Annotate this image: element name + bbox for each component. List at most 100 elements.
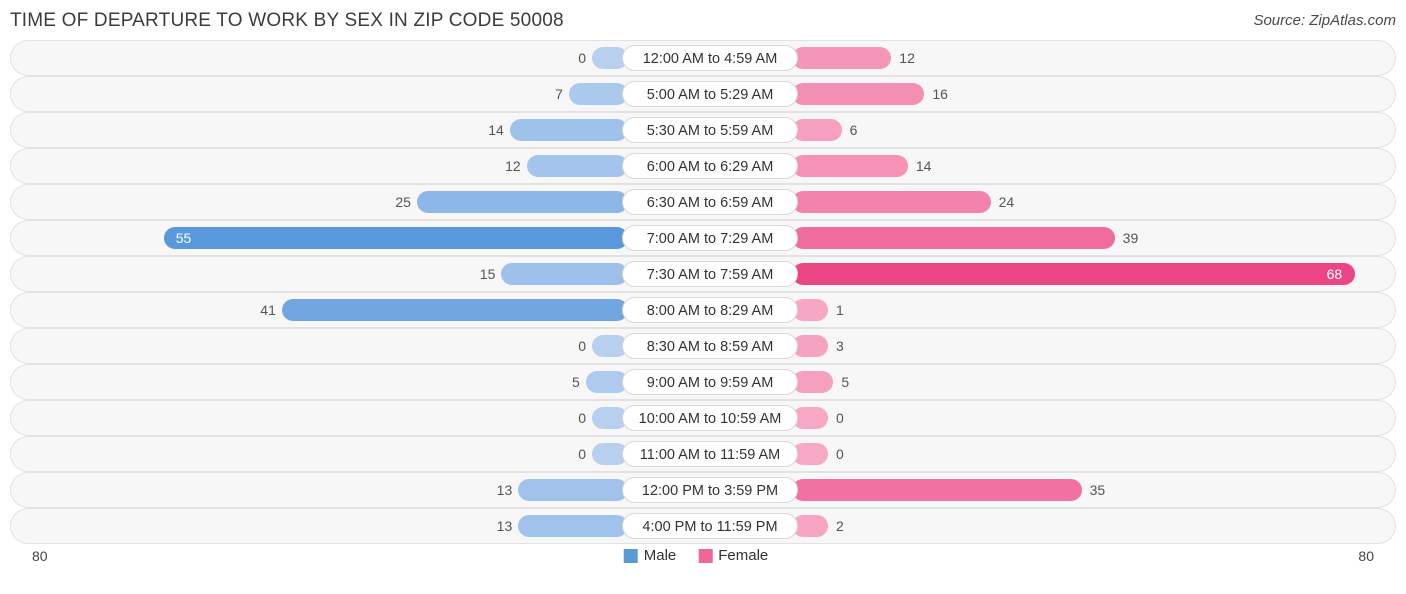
chart-row: 7 16 5:00 AM to 5:29 AM: [10, 76, 1396, 112]
bar-female: [792, 191, 991, 213]
row-inner: 12 14 6:00 AM to 6:29 AM: [11, 149, 1395, 183]
axis-right-label: 80: [1358, 548, 1374, 564]
value-male: 0: [578, 338, 586, 354]
value-female: 3: [836, 338, 844, 354]
value-male: 15: [479, 266, 496, 282]
legend-swatch-male: [623, 548, 638, 563]
bar-female: [792, 155, 908, 177]
value-male: 25: [395, 194, 411, 210]
category-label: 8:30 AM to 8:59 AM: [622, 333, 798, 359]
bar-female: [792, 83, 925, 105]
chart-header: TIME OF DEPARTURE TO WORK BY SEX IN ZIP …: [0, 0, 1406, 40]
value-female: 6: [849, 122, 858, 138]
category-label: 12:00 AM to 4:59 AM: [622, 45, 798, 71]
chart-row: 55 39 7:00 AM to 7:29 AM: [10, 220, 1396, 256]
row-inner: 0 12 12:00 AM to 4:59 AM: [11, 41, 1395, 75]
chart-row: 5 5 9:00 AM to 9:59 AM: [10, 364, 1396, 400]
category-label: 5:00 AM to 5:29 AM: [622, 81, 798, 107]
value-female: 16: [932, 86, 948, 102]
bar-female: [792, 371, 834, 393]
bar-female: [792, 47, 892, 69]
category-label: 8:00 AM to 8:29 AM: [622, 297, 798, 323]
value-female: 0: [836, 446, 844, 462]
value-female: 14: [915, 158, 932, 174]
category-label: 4:00 PM to 11:59 PM: [622, 513, 798, 539]
legend-label-male: Male: [643, 547, 677, 564]
chart-row: 0 0 11:00 AM to 11:59 AM: [10, 436, 1396, 472]
legend-item-female[interactable]: Female: [698, 547, 768, 564]
value-male: 14: [488, 122, 504, 138]
bar-male: [163, 227, 628, 249]
page-title: TIME OF DEPARTURE TO WORK BY SEX IN ZIP …: [10, 10, 564, 31]
legend-label-female: Female: [718, 547, 769, 564]
legend-item-male[interactable]: Male: [623, 547, 677, 564]
row-inner: 5 5 9:00 AM to 9:59 AM: [11, 365, 1395, 399]
value-female: 1: [836, 302, 844, 318]
value-female: 12: [899, 50, 915, 66]
value-female: 39: [1122, 230, 1139, 246]
value-male: 0: [578, 446, 586, 462]
chart-row: 12 14 6:00 AM to 6:29 AM: [10, 148, 1396, 184]
bar-male: [526, 155, 628, 177]
value-male: 7: [555, 86, 563, 102]
chart-row: 0 12 12:00 AM to 4:59 AM: [10, 40, 1396, 76]
value-female: 0: [836, 410, 844, 426]
value-female: 2: [836, 518, 844, 534]
bar-male: [568, 83, 628, 105]
legend-swatch-female: [698, 548, 713, 563]
value-male: 0: [578, 50, 586, 66]
row-inner: 14 6 5:30 AM to 5:59 AM: [11, 113, 1395, 147]
value-male: 12: [505, 158, 521, 174]
chart-row: 0 3 8:30 AM to 8:59 AM: [10, 328, 1396, 364]
bar-male: [281, 299, 628, 321]
value-male: 55: [175, 230, 192, 246]
category-label: 7:00 AM to 7:29 AM: [622, 225, 798, 251]
bar-female: [792, 119, 842, 141]
category-label: 12:00 PM to 3:59 PM: [622, 477, 798, 503]
value-male: 5: [571, 374, 580, 390]
row-inner: 7 16 5:00 AM to 5:29 AM: [11, 77, 1395, 111]
bar-male: [518, 515, 628, 537]
category-label: 6:00 AM to 6:29 AM: [622, 153, 798, 179]
chart-footer: 80 80 Male Female: [10, 544, 1396, 584]
category-label: 7:30 AM to 7:59 AM: [622, 261, 798, 287]
chart-row: 25 24 6:30 AM to 6:59 AM: [10, 184, 1396, 220]
axis-left-label: 80: [32, 548, 48, 564]
row-inner: 0 0 10:00 AM to 10:59 AM: [11, 401, 1395, 435]
bar-female: [792, 479, 1082, 501]
category-label: 11:00 AM to 11:59 AM: [622, 441, 798, 467]
value-male: 13: [496, 482, 513, 498]
bar-male: [509, 119, 628, 141]
category-label: 5:30 AM to 5:59 AM: [622, 117, 798, 143]
bar-male: [501, 263, 628, 285]
category-label: 6:30 AM to 6:59 AM: [622, 189, 798, 215]
value-male: 0: [578, 410, 586, 426]
value-female: 35: [1089, 482, 1106, 498]
chart-row: 0 0 10:00 AM to 10:59 AM: [10, 400, 1396, 436]
row-inner: 25 24 6:30 AM to 6:59 AM: [11, 185, 1395, 219]
chart-row: 13 2 4:00 PM to 11:59 PM: [10, 508, 1396, 544]
value-female: 24: [998, 194, 1015, 210]
value-male: 13: [496, 518, 513, 534]
value-female: 68: [1326, 266, 1343, 282]
row-inner: 0 0 11:00 AM to 11:59 AM: [11, 437, 1395, 471]
chart-row: 41 1 8:00 AM to 8:29 AM: [10, 292, 1396, 328]
row-inner: 41 1 8:00 AM to 8:29 AM: [11, 293, 1395, 327]
chart-row: 13 35 12:00 PM to 3:59 PM: [10, 472, 1396, 508]
bar-male: [416, 191, 628, 213]
bar-male: [518, 479, 628, 501]
category-label: 9:00 AM to 9:59 AM: [622, 369, 798, 395]
row-inner: 55 39 7:00 AM to 7:29 AM: [11, 221, 1395, 255]
bar-female: [792, 263, 1355, 285]
value-male: 41: [260, 302, 276, 318]
row-inner: 13 2 4:00 PM to 11:59 PM: [11, 509, 1395, 543]
category-label: 10:00 AM to 10:59 AM: [622, 405, 798, 431]
value-female: 5: [841, 374, 850, 390]
row-inner: 13 35 12:00 PM to 3:59 PM: [11, 473, 1395, 507]
row-inner: 15 68 7:30 AM to 7:59 AM: [11, 257, 1395, 291]
source-label: Source: ZipAtlas.com: [1253, 12, 1396, 29]
chart-row: 15 68 7:30 AM to 7:59 AM: [10, 256, 1396, 292]
diverging-bar-chart: 0 12 12:00 AM to 4:59 AM 7 16 5:00 AM to 5:29…: [10, 40, 1396, 544]
chart-row: 14 6 5:30 AM to 5:59 AM: [10, 112, 1396, 148]
row-inner: 0 3 8:30 AM to 8:59 AM: [11, 329, 1395, 363]
